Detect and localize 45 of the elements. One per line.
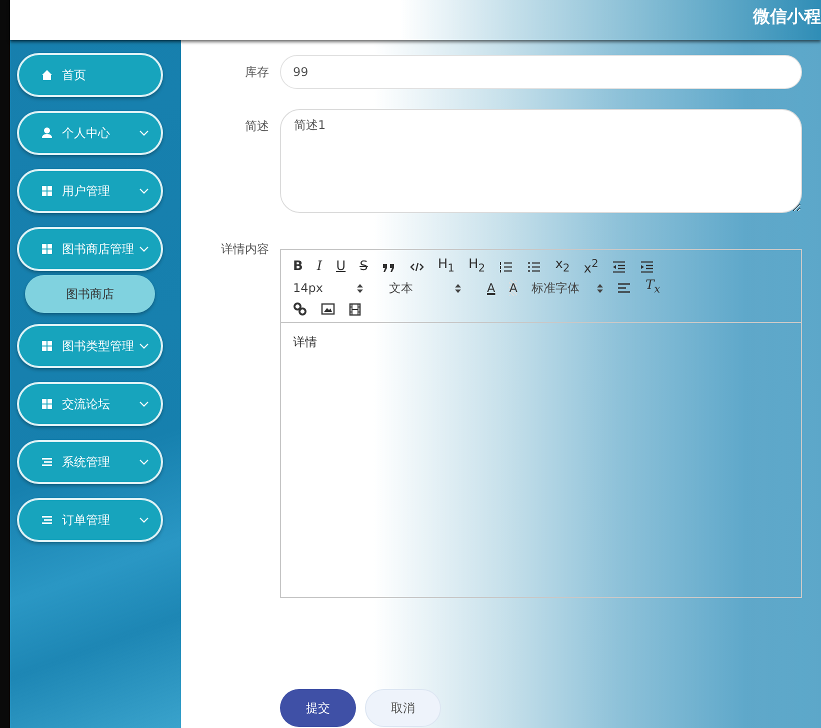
list-icon (41, 456, 53, 468)
indent-icon[interactable] (640, 261, 654, 273)
format-button[interactable]: S (360, 259, 368, 275)
field-label: 详情内容 (220, 242, 269, 256)
grid-icon (41, 243, 53, 255)
cancel-button[interactable]: 取消 (365, 689, 441, 727)
format-button[interactable]: H$_{2}$ (468, 257, 486, 277)
app-title: 微信小程 (753, 6, 821, 28)
format-button[interactable]: H$_{1}$ (438, 257, 455, 277)
sort-arrows-icon (357, 284, 363, 292)
sort-arrows-icon (597, 284, 604, 292)
editor-text: 详情 (293, 335, 317, 349)
code-icon[interactable] (410, 261, 424, 273)
grid-icon (41, 340, 53, 352)
home-icon (41, 69, 53, 81)
quote-icon[interactable] (382, 261, 396, 273)
user-icon (41, 127, 53, 139)
grid-icon (41, 185, 53, 197)
dropdown[interactable]: 14px (293, 281, 363, 295)
text-area[interactable]: 简述1 (280, 109, 802, 213)
link-icon[interactable] (293, 302, 307, 316)
dropdown[interactable]: 标准字体 (531, 280, 604, 296)
submenu-item[interactable]: 图书商店 (25, 275, 155, 313)
submit-button[interactable]: 提交 (280, 689, 356, 727)
highlight-button[interactable]: A (509, 280, 518, 296)
outdent-icon[interactable] (612, 261, 626, 273)
format-button[interactable]: x$^{2}$ (584, 256, 598, 278)
clear-format-button[interactable]: T$_{x}$ (645, 278, 660, 298)
field-label: 简述 (244, 118, 269, 135)
bullet-list-icon[interactable] (527, 261, 542, 273)
field-label: 库存 (244, 64, 269, 81)
sort-arrows-icon (455, 284, 461, 292)
image-icon[interactable] (321, 303, 335, 315)
film-icon[interactable] (349, 302, 361, 316)
input-field[interactable]: 99 (280, 55, 802, 89)
grid-icon (41, 398, 53, 410)
format-button[interactable]: U (336, 259, 346, 275)
format-button[interactable]: x$_{2}$ (555, 257, 570, 277)
dropdown[interactable]: 文本 (389, 280, 461, 296)
list-icon (41, 514, 53, 526)
numbered-list-icon[interactable] (499, 261, 514, 273)
align-icon[interactable] (617, 282, 632, 294)
format-button[interactable]: I (316, 259, 322, 275)
format-button[interactable]: B (293, 259, 303, 275)
font-color-button[interactable]: A (487, 280, 496, 296)
